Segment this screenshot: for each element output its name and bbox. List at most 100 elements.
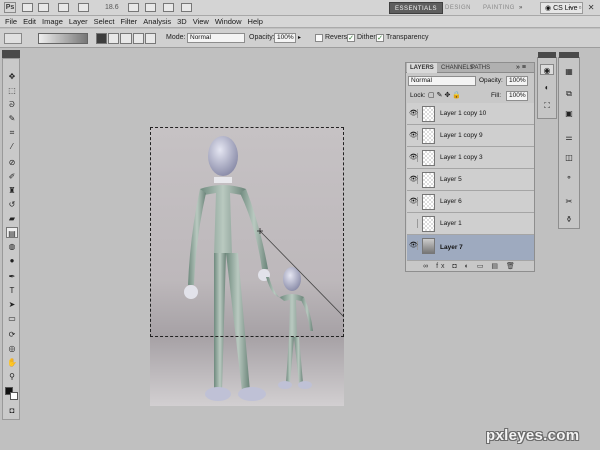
background-color-swatch[interactable]: [10, 392, 18, 400]
layer-name: Layer 1 copy 10: [440, 110, 487, 117]
layer-row-selected[interactable]: 👁 Layer 7: [407, 235, 534, 261]
visibility-eye-icon[interactable]: 👁: [409, 131, 418, 140]
tool-preset-picker[interactable]: [4, 33, 22, 44]
visibility-eye-icon[interactable]: 👁: [409, 175, 418, 184]
dodge-icon[interactable]: ●: [6, 255, 18, 266]
strip-header[interactable]: [559, 52, 579, 58]
angle-gradient-icon[interactable]: [120, 33, 132, 44]
layer-row[interactable]: 👁 Layer 5: [407, 169, 534, 191]
menu-edit[interactable]: Edit: [22, 16, 41, 27]
tool-presets-icon[interactable]: ✂: [562, 196, 576, 207]
quick-mask-icon[interactable]: ◘: [6, 405, 18, 416]
layer-row[interactable]: 👁 Layer 1 copy 10: [407, 103, 534, 125]
panel-menu-icon[interactable]: » ≡: [516, 63, 526, 73]
lock-label: Lock:: [410, 92, 426, 99]
menu-layer[interactable]: Layer: [68, 16, 93, 27]
hand-icon[interactable]: ✋: [6, 357, 18, 368]
fill-input[interactable]: 100%: [506, 91, 528, 101]
workspace-more-button[interactable]: »: [514, 2, 528, 14]
transparency-checkbox[interactable]: ✓: [376, 34, 384, 42]
diamond-gradient-icon[interactable]: [144, 33, 157, 44]
strip-header[interactable]: [538, 52, 556, 58]
menu-select[interactable]: Select: [93, 16, 120, 27]
layer-row[interactable]: 👁 Layer 1 copy 3: [407, 147, 534, 169]
menu-help[interactable]: Help: [247, 16, 268, 27]
tab-layers[interactable]: LAYERS: [407, 63, 437, 73]
move-icon[interactable]: ✥: [6, 71, 18, 82]
lasso-icon[interactable]: ᘐ: [6, 99, 18, 110]
histogram-icon[interactable]: ▦: [562, 66, 576, 77]
3d-rotate-icon[interactable]: ⟳: [6, 329, 18, 340]
zoom-icon[interactable]: ⚲: [6, 371, 18, 382]
blend-mode-select[interactable]: Normal: [408, 76, 476, 86]
mode-select[interactable]: Normal: [187, 33, 245, 43]
gradient-icon[interactable]: ▤: [6, 227, 18, 238]
rotate-view-icon[interactable]: [145, 3, 156, 12]
layer-row[interactable]: 👁 Layer 6: [407, 191, 534, 213]
dither-checkbox[interactable]: ✓: [347, 34, 355, 42]
brush-icon[interactable]: ✐: [6, 171, 18, 182]
workspace-essentials[interactable]: ESSENTIALS: [389, 2, 444, 14]
character-icon[interactable]: ⚬: [562, 172, 576, 183]
window-controls[interactable]: – ▫ ✕: [568, 2, 596, 14]
layer-row[interactable]: Layer 1: [407, 213, 534, 235]
menu-image[interactable]: Image: [41, 16, 68, 27]
menu-view[interactable]: View: [192, 16, 214, 27]
type-icon[interactable]: T: [6, 285, 18, 296]
3d-orbit-icon[interactable]: ◎: [6, 343, 18, 354]
blur-icon[interactable]: ◍: [6, 241, 18, 252]
menu-window[interactable]: Window: [214, 16, 247, 27]
arrange-documents-icon[interactable]: [163, 3, 174, 12]
menu-bar: File Edit Image Layer Select Filter Anal…: [0, 16, 600, 28]
path-selection-icon[interactable]: ➤: [6, 299, 18, 310]
info-icon[interactable]: ▣: [562, 108, 576, 119]
eyedropper-icon[interactable]: ⁄: [6, 141, 18, 152]
layer-opacity-input[interactable]: 100%: [506, 76, 528, 86]
healing-brush-icon[interactable]: ⊘: [6, 157, 18, 168]
tools-panel-header[interactable]: [2, 50, 20, 58]
zoom-level[interactable]: 18.6: [105, 3, 125, 13]
opacity-input[interactable]: 100%: [274, 33, 296, 43]
menu-3d[interactable]: 3D: [176, 16, 192, 27]
layer-row[interactable]: 👁 Layer 1 copy 9: [407, 125, 534, 147]
tab-paths[interactable]: PATHS: [468, 63, 493, 73]
visibility-eye-icon[interactable]: 👁: [409, 109, 418, 118]
zoom-level-icon[interactable]: [78, 3, 89, 12]
visibility-eye-icon[interactable]: 👁: [409, 197, 418, 206]
quick-select-icon[interactable]: ✎: [6, 113, 18, 124]
3d-camera-icon[interactable]: ⛶: [540, 100, 554, 111]
history-brush-icon[interactable]: ↺: [6, 199, 18, 210]
navigator-icon[interactable]: ⧉: [562, 88, 576, 99]
visibility-empty-box[interactable]: [409, 219, 418, 228]
eraser-icon[interactable]: ▰: [6, 213, 18, 224]
crop-icon[interactable]: ⌗: [6, 127, 18, 138]
clone-source-icon[interactable]: ⚱: [562, 214, 576, 225]
visibility-eye-icon[interactable]: 👁: [409, 153, 418, 162]
gradient-picker[interactable]: [38, 33, 88, 44]
clone-stamp-icon[interactable]: ♜: [6, 185, 18, 196]
bridge-icon[interactable]: [22, 3, 33, 12]
reflected-gradient-icon[interactable]: [132, 33, 144, 44]
pen-icon[interactable]: ✒: [6, 271, 18, 282]
3d-light-icon[interactable]: ◐: [540, 82, 554, 93]
hand-view-icon[interactable]: [128, 3, 139, 12]
reverse-checkbox[interactable]: [315, 34, 323, 42]
adjustments-icon[interactable]: ⚌: [562, 132, 576, 143]
layers-footer-buttons[interactable]: ∞ fx ◘ ◐ ▭ ▤ 🗑: [407, 262, 534, 272]
masks-icon[interactable]: ◫: [562, 152, 576, 163]
screen-mode-icon[interactable]: [181, 3, 192, 12]
3d-panel-icon[interactable]: ◉: [540, 64, 554, 75]
opacity-chevron-icon[interactable]: ▸: [298, 34, 304, 42]
menu-filter[interactable]: Filter: [120, 16, 143, 27]
marquee-icon[interactable]: ⬚: [6, 85, 18, 96]
workspace-design[interactable]: DESIGN: [440, 2, 476, 14]
menu-analysis[interactable]: Analysis: [142, 16, 176, 27]
radial-gradient-icon[interactable]: [108, 33, 120, 44]
linear-gradient-icon[interactable]: [96, 33, 108, 44]
lock-icons[interactable]: ▢✎✥🔒: [428, 91, 463, 99]
menu-file[interactable]: File: [4, 16, 22, 27]
visibility-eye-icon[interactable]: 👁: [409, 241, 418, 250]
mini-bridge-icon[interactable]: [38, 3, 49, 12]
shape-icon[interactable]: ▭: [6, 313, 18, 324]
view-extras-icon[interactable]: [58, 3, 69, 12]
